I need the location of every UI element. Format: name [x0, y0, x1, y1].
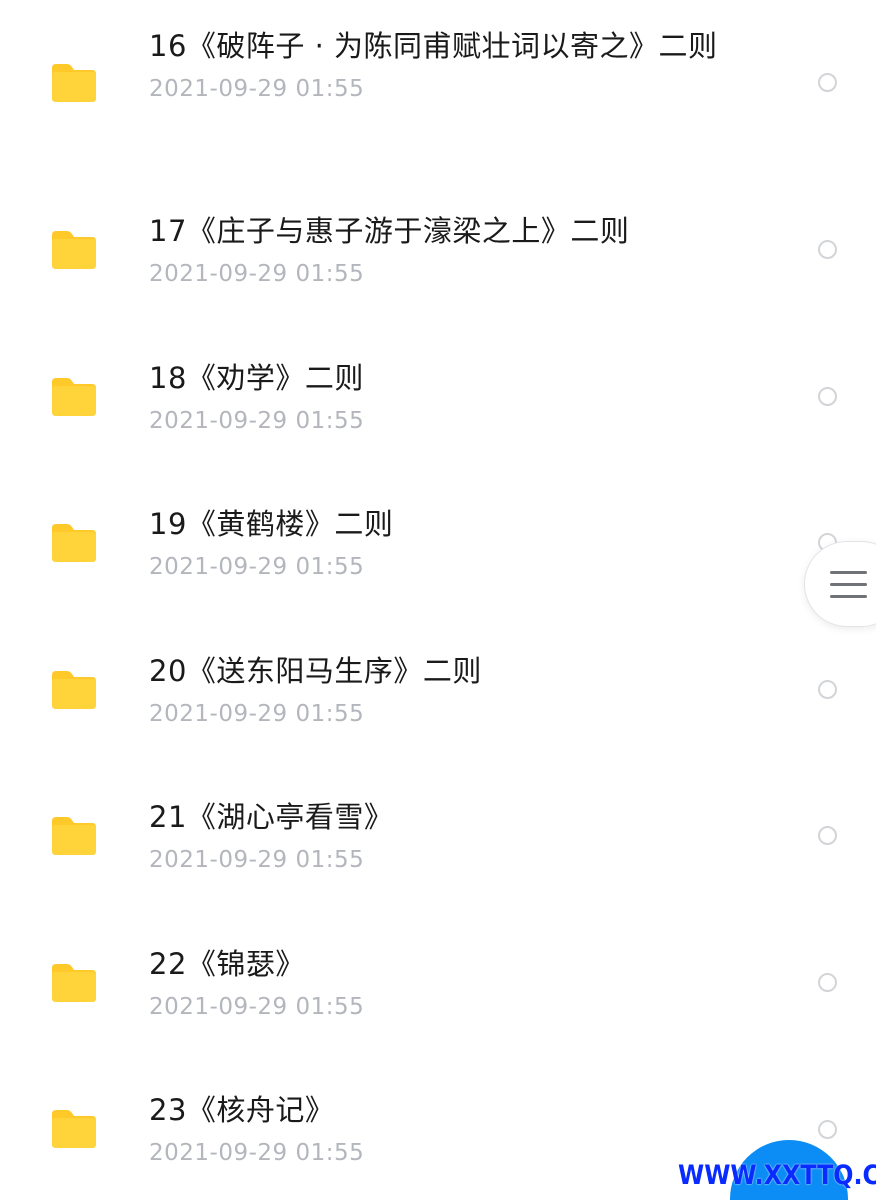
file-name: 20《送东阳马生序》二则 [149, 654, 482, 688]
select-radio[interactable] [818, 387, 837, 406]
list-item[interactable]: 17《庄子与惠子游于濠梁之上》二则 2021-09-29 01:55 [0, 166, 876, 306]
file-date: 2021-09-29 01:55 [149, 261, 365, 287]
list-item[interactable]: 22《锦瑟》 2021-09-29 01:55 [0, 899, 876, 1039]
list-item[interactable]: 16《破阵子 · 为陈同甫赋壮词以寄之》二则 2021-09-29 01:55 [0, 0, 876, 140]
list-item[interactable]: 20《送东阳马生序》二则 2021-09-29 01:55 [0, 606, 876, 746]
select-radio[interactable] [818, 240, 837, 259]
file-date: 2021-09-29 01:55 [149, 408, 365, 434]
file-text: 19《黄鹤楼》二则 2021-09-29 01:55 [149, 506, 729, 581]
file-name: 21《湖心亭看雪》 [149, 800, 394, 834]
select-radio[interactable] [818, 73, 837, 92]
file-text: 17《庄子与惠子游于濠梁之上》二则 2021-09-29 01:55 [149, 213, 729, 288]
folder-icon [52, 671, 96, 709]
watermark: WWW.XXTTQ.COM [678, 1160, 876, 1191]
file-name: 18《劝学》二则 [149, 361, 364, 395]
file-name: 19《黄鹤楼》二则 [149, 507, 394, 541]
file-browser-page: 16《破阵子 · 为陈同甫赋壮词以寄之》二则 2021-09-29 01:55 … [0, 0, 876, 1200]
list-item[interactable]: 18《劝学》二则 2021-09-29 01:55 [0, 313, 876, 453]
file-text: 21《湖心亭看雪》 2021-09-29 01:55 [149, 799, 729, 874]
file-name: 23《核舟记》 [149, 1093, 335, 1127]
file-name: 16《破阵子 · 为陈同甫赋壮词以寄之》二则 [149, 29, 718, 63]
folder-icon [52, 64, 96, 102]
folder-icon [52, 964, 96, 1002]
select-radio[interactable] [818, 680, 837, 699]
select-radio[interactable] [818, 826, 837, 845]
file-date: 2021-09-29 01:55 [149, 994, 365, 1020]
file-date: 2021-09-29 01:55 [149, 76, 365, 102]
select-radio[interactable] [818, 973, 837, 992]
folder-icon [52, 231, 96, 269]
file-text: 16《破阵子 · 为陈同甫赋壮词以寄之》二则 2021-09-29 01:55 [149, 28, 729, 103]
file-name: 22《锦瑟》 [149, 947, 305, 981]
file-name: 17《庄子与惠子游于濠梁之上》二则 [149, 214, 630, 248]
folder-icon [52, 524, 96, 562]
list-item[interactable]: 21《湖心亭看雪》 2021-09-29 01:55 [0, 752, 876, 892]
folder-icon [52, 817, 96, 855]
select-radio[interactable] [818, 1120, 837, 1139]
file-date: 2021-09-29 01:55 [149, 701, 365, 727]
folder-icon [52, 378, 96, 416]
file-text: 22《锦瑟》 2021-09-29 01:55 [149, 946, 729, 1021]
file-text: 18《劝学》二则 2021-09-29 01:55 [149, 360, 729, 435]
file-date: 2021-09-29 01:55 [149, 847, 365, 873]
file-date: 2021-09-29 01:55 [149, 1140, 365, 1166]
file-text: 20《送东阳马生序》二则 2021-09-29 01:55 [149, 653, 729, 728]
file-date: 2021-09-29 01:55 [149, 554, 365, 580]
folder-icon [52, 1110, 96, 1148]
list-item[interactable]: 19《黄鹤楼》二则 2021-09-29 01:55 [0, 459, 876, 599]
file-text: 23《核舟记》 2021-09-29 01:55 [149, 1092, 729, 1167]
